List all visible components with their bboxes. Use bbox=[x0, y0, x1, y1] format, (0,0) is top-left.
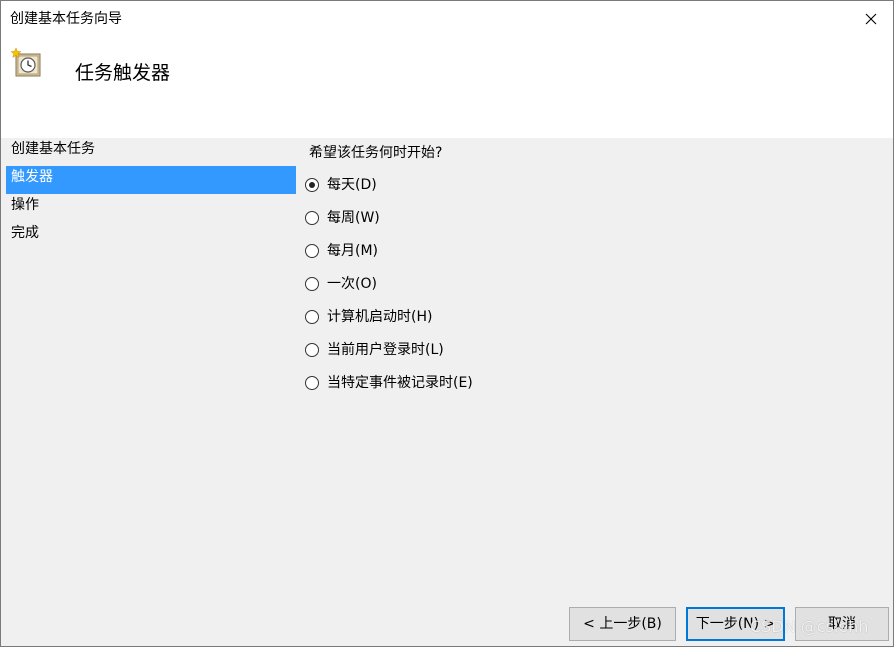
nav-item-label: 完成 bbox=[11, 225, 39, 241]
wizard-header: 任务触发器 bbox=[1, 37, 893, 138]
wizard-steps-nav: 创建基本任务 触发器 操作 完成 bbox=[6, 138, 296, 250]
close-icon bbox=[865, 13, 877, 25]
radio-button[interactable] bbox=[305, 211, 319, 225]
nav-item-create-basic-task[interactable]: 创建基本任务 bbox=[6, 138, 296, 166]
nav-item-finish[interactable]: 完成 bbox=[6, 222, 296, 250]
radio-one-time[interactable]: 一次(O) bbox=[305, 275, 473, 308]
radio-button[interactable] bbox=[305, 343, 319, 357]
radio-label: 当前用户登录时(L) bbox=[327, 342, 444, 358]
radio-label: 计算机启动时(H) bbox=[327, 309, 433, 325]
cancel-button[interactable]: 取消 bbox=[795, 607, 889, 641]
radio-button[interactable] bbox=[305, 178, 319, 192]
radio-button[interactable] bbox=[305, 244, 319, 258]
radio-daily[interactable]: 每天(D) bbox=[305, 176, 473, 209]
radio-button[interactable] bbox=[305, 376, 319, 390]
radio-label: 每周(W) bbox=[327, 210, 380, 226]
radio-label: 每月(M) bbox=[327, 243, 379, 259]
close-button[interactable] bbox=[857, 5, 885, 33]
wizard-window: 创建基本任务向导 任务触发器 创建基本任务 触发器 操作 完成 希望该任务何时开… bbox=[0, 0, 894, 647]
nav-item-trigger[interactable]: 触发器 bbox=[6, 166, 296, 194]
trigger-question: 希望该任务何时开始? bbox=[309, 145, 443, 161]
radio-label: 当特定事件被记录时(E) bbox=[327, 375, 473, 391]
nav-item-action[interactable]: 操作 bbox=[6, 194, 296, 222]
radio-at-startup[interactable]: 计算机启动时(H) bbox=[305, 308, 473, 341]
radio-label: 一次(O) bbox=[327, 276, 377, 292]
radio-on-event[interactable]: 当特定事件被记录时(E) bbox=[305, 374, 473, 407]
nav-item-label: 操作 bbox=[11, 197, 39, 213]
radio-button[interactable] bbox=[305, 277, 319, 291]
window-title: 创建基本任务向导 bbox=[10, 11, 122, 27]
nav-item-label: 触发器 bbox=[11, 169, 53, 185]
next-button[interactable]: 下一步(N) > bbox=[686, 607, 785, 641]
radio-label: 每天(D) bbox=[327, 177, 377, 193]
radio-button[interactable] bbox=[305, 310, 319, 324]
title-bar: 创建基本任务向导 bbox=[1, 1, 893, 37]
radio-at-logon[interactable]: 当前用户登录时(L) bbox=[305, 341, 473, 374]
trigger-radio-group: 每天(D) 每周(W) 每月(M) 一次(O) 计算机启动时(H) 当前用户登录… bbox=[305, 176, 473, 407]
radio-weekly[interactable]: 每周(W) bbox=[305, 209, 473, 242]
radio-monthly[interactable]: 每月(M) bbox=[305, 242, 473, 275]
nav-item-label: 创建基本任务 bbox=[11, 141, 95, 157]
page-title: 任务触发器 bbox=[75, 62, 171, 84]
task-scheduler-clock-icon bbox=[10, 47, 41, 77]
back-button[interactable]: < 上一步(B) bbox=[569, 607, 676, 641]
